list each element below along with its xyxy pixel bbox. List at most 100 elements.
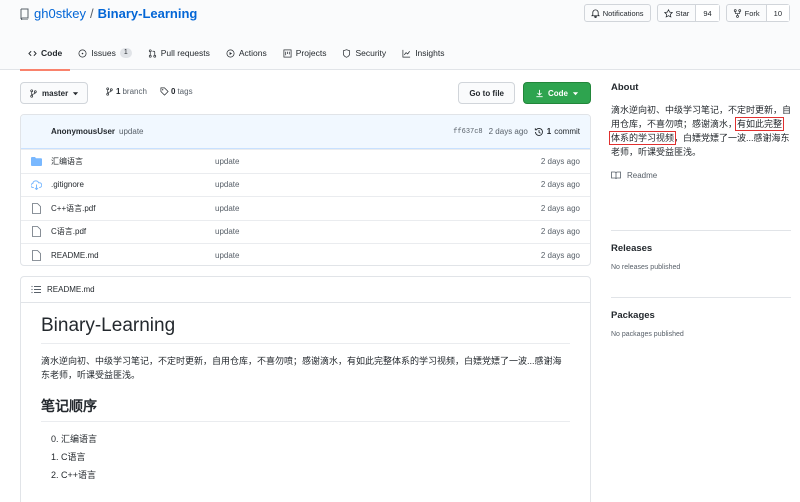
file-commit-message[interactable]: update xyxy=(215,157,541,166)
file-row[interactable]: C语言.pdf update 2 days ago xyxy=(21,219,590,244)
graph-icon xyxy=(402,49,411,57)
list-icon[interactable] xyxy=(31,285,41,294)
book-icon xyxy=(611,171,621,180)
branches-label: branch xyxy=(122,87,147,96)
tab-projects-label: Projects xyxy=(295,48,327,58)
notifications-label: Notifications xyxy=(602,8,644,18)
file-icon xyxy=(31,202,41,214)
file-commit-message[interactable]: update xyxy=(215,251,541,260)
file-name[interactable]: C++语言.pdf xyxy=(51,203,215,214)
fork-count[interactable]: 10 xyxy=(765,5,789,21)
tab-security[interactable]: Security xyxy=(334,36,394,70)
folder-icon xyxy=(30,156,42,166)
list-item: 0. 汇编语言 xyxy=(51,434,98,444)
file-icon xyxy=(31,249,41,261)
file-age: 2 days ago xyxy=(540,227,580,237)
go-to-file-button[interactable]: Go to file xyxy=(458,82,515,104)
file-row[interactable]: .gitignore update 2 days ago xyxy=(21,172,590,197)
tab-issues[interactable]: Issues 1 xyxy=(70,36,139,70)
readme-description: 滴水逆向初、中级学习笔记，不定时更新，自用仓库，不喜勿喷；感谢滴水，有如此完整体… xyxy=(41,356,562,380)
issues-count-badge: 1 xyxy=(119,48,132,58)
file-row[interactable]: C++语言.pdf update 2 days ago xyxy=(21,196,590,220)
readme-title: Binary-Learning xyxy=(41,315,570,344)
file-row[interactable]: 汇编语言 update 2 days ago xyxy=(21,149,590,173)
releases-text: No releases published xyxy=(611,264,681,271)
repo-title: gh0stkey / Binary-Learning xyxy=(20,6,197,21)
shield-icon xyxy=(343,48,351,58)
file-commit-message[interactable]: update xyxy=(215,180,541,189)
commit-age: 2 days ago xyxy=(488,127,528,136)
branch-icon xyxy=(30,88,37,98)
fork-label: Fork xyxy=(744,8,760,18)
readme-header: README.md xyxy=(21,277,590,303)
file-name[interactable]: README.md xyxy=(51,251,215,260)
bell-icon xyxy=(590,8,600,18)
file-age: 2 days ago xyxy=(540,156,580,166)
submodule-icon xyxy=(30,180,42,190)
file-age: 2 days ago xyxy=(540,250,580,260)
branch-count-icon xyxy=(106,87,113,96)
tab-insights-label: Insights xyxy=(415,48,445,58)
tags-count: 0 xyxy=(171,87,176,96)
packages-text: No packages published xyxy=(611,331,684,338)
file-icon xyxy=(31,226,41,238)
readme-filename[interactable]: README.md xyxy=(47,285,95,294)
branch-name: master xyxy=(42,88,69,98)
notifications-button[interactable]: Notifications xyxy=(583,4,651,22)
tab-issues-label: Issues xyxy=(91,48,116,58)
repo-owner-link[interactable]: gh0stkey xyxy=(34,6,86,21)
tab-code-label: Code xyxy=(41,48,63,58)
branches-link[interactable]: 1 branch xyxy=(105,87,147,96)
tab-projects[interactable]: Projects xyxy=(275,36,335,70)
tab-actions[interactable]: Actions xyxy=(218,36,275,70)
latest-commit-bar: AnonymousUser update ff637c8 2 days ago … xyxy=(21,115,590,149)
list-item: 1. C语言 xyxy=(51,452,86,462)
fork-button[interactable]: Fork 10 xyxy=(725,4,790,22)
repo-icon xyxy=(20,8,29,20)
repo-sidebar: About 滴水逆向初、中级学习笔记，不定时更新，自用仓库，不喜勿喷；感谢滴水，… xyxy=(608,82,791,338)
file-row[interactable]: README.md update 2 days ago xyxy=(21,243,590,265)
commit-author[interactable]: AnonymousUser xyxy=(51,127,115,136)
releases-title[interactable]: Releases xyxy=(611,243,791,254)
tab-pull-requests[interactable]: Pull requests xyxy=(140,36,218,70)
star-count[interactable]: 94 xyxy=(695,5,719,21)
repo-separator: / xyxy=(90,6,94,21)
play-icon xyxy=(226,49,235,57)
branches-count: 1 xyxy=(116,87,121,96)
star-label: Star xyxy=(675,8,690,18)
tab-security-label: Security xyxy=(355,48,387,58)
caret-down-icon xyxy=(73,91,79,95)
file-commit-message[interactable]: update xyxy=(215,204,541,213)
tags-label: tags xyxy=(177,87,193,96)
commits-label: commit xyxy=(554,127,580,136)
commit-message[interactable]: update xyxy=(119,127,143,136)
packages-title[interactable]: Packages xyxy=(611,310,791,321)
file-name[interactable]: .gitignore xyxy=(51,180,215,189)
branch-select-button[interactable]: master xyxy=(20,82,89,104)
file-age: 2 days ago xyxy=(540,203,580,213)
readme-section-title: 笔记顺序 xyxy=(41,396,570,422)
readme-panel: README.md Binary-Learning 滴水逆向初、中级学习笔记，不… xyxy=(20,276,591,502)
code-download-button[interactable]: Code xyxy=(523,82,591,104)
file-name[interactable]: C语言.pdf xyxy=(51,226,215,237)
tab-code[interactable]: Code xyxy=(20,36,71,71)
issue-icon xyxy=(78,49,87,57)
tab-insights[interactable]: Insights xyxy=(394,36,452,70)
code-icon xyxy=(28,50,37,56)
star-button[interactable]: Star 94 xyxy=(656,4,720,22)
releases-section: Releases No releases published xyxy=(611,230,791,271)
file-browser: AnonymousUser update ff637c8 2 days ago … xyxy=(20,114,591,266)
commits-link[interactable]: 1 commit xyxy=(534,127,580,137)
project-icon xyxy=(283,49,292,57)
file-name[interactable]: 汇编语言 xyxy=(51,156,215,167)
file-commit-message[interactable]: update xyxy=(215,227,541,236)
about-description: 滴水逆向初、中级学习笔记，不定时更新，自用仓库，不喜勿喷；感谢滴水，有如此完整体… xyxy=(608,103,791,159)
history-icon xyxy=(534,127,543,136)
about-title: About xyxy=(611,82,639,93)
tag-icon xyxy=(160,87,169,96)
tags-link[interactable]: 0 tags xyxy=(160,87,193,96)
commit-sha[interactable]: ff637c8 xyxy=(453,128,482,136)
tab-actions-label: Actions xyxy=(238,48,267,58)
repo-name-link[interactable]: Binary-Learning xyxy=(98,6,198,21)
readme-link[interactable]: Readme xyxy=(611,171,791,180)
